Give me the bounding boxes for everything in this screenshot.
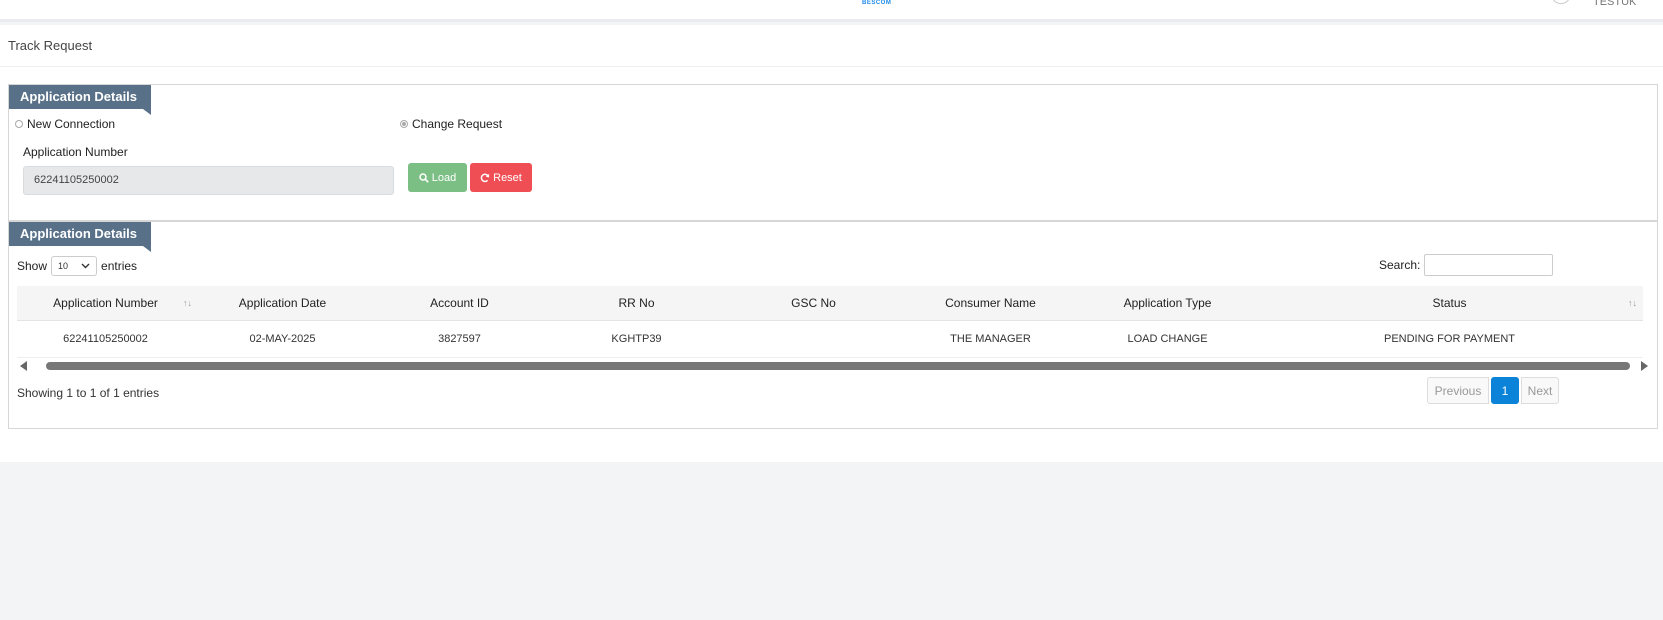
scroll-left-icon[interactable] <box>20 361 27 371</box>
radio-label: New Connection <box>27 117 116 131</box>
previous-page-button[interactable]: Previous <box>1427 377 1489 404</box>
sort-icon[interactable]: ↑↓ <box>1628 298 1637 308</box>
horizontal-scrollbar[interactable] <box>17 360 1651 372</box>
table-search: Search: <box>1379 254 1554 276</box>
brand-logo[interactable]: BESCOM <box>862 0 891 6</box>
radio-circle[interactable] <box>400 120 408 128</box>
reset-button-label: Reset <box>493 171 522 184</box>
sort-icon[interactable]: ↑↓ <box>183 298 192 308</box>
column-header-status[interactable]: Status ↑↓ <box>1256 286 1643 321</box>
page-title-bar: Track Request <box>0 25 1663 67</box>
search-icon <box>419 172 429 183</box>
show-label: Show <box>17 259 48 273</box>
application-number-input[interactable]: 62241105250002 <box>23 166 394 195</box>
panel-header: Application Details <box>9 85 151 115</box>
cell-rr-no: KGHTP39 <box>548 320 725 358</box>
application-results-panel: Application Details Show 10 entries Sear… <box>8 221 1658 429</box>
cell-application-number: 62241105250002 <box>17 320 194 358</box>
applications-table: Application Number ↑↓ Application Date Ac… <box>17 286 1643 358</box>
refresh-icon <box>480 173 490 183</box>
column-header-rr-no[interactable]: RR No <box>548 286 725 321</box>
panel-header: Application Details <box>9 222 151 252</box>
column-header-account-id[interactable]: Account ID <box>371 286 548 321</box>
load-button-label: Load <box>431 171 457 184</box>
next-page-button[interactable]: Next <box>1521 377 1559 404</box>
scroll-right-icon[interactable] <box>1641 361 1648 371</box>
page-size-value: 10 <box>58 261 69 271</box>
table-row[interactable]: 62241105250002 02-MAY-2025 3827597 KGHTP… <box>17 320 1643 358</box>
chevron-down-icon <box>81 261 90 271</box>
radio-new-connection[interactable]: New Connection <box>15 117 115 131</box>
pagination: Previous 1 Next <box>1427 377 1559 404</box>
radio-change-request[interactable]: Change Request <box>400 117 502 131</box>
search-label: Search: <box>1379 258 1421 272</box>
column-header-application-date[interactable]: Application Date <box>194 286 371 321</box>
user-name[interactable]: TESTUK <box>1593 0 1636 8</box>
column-header-gsc-no[interactable]: GSC No <box>725 286 902 321</box>
entries-label: entries <box>101 259 138 273</box>
column-header-consumer-name[interactable]: Consumer Name <box>902 286 1079 321</box>
page-size-select[interactable]: 10 <box>51 256 98 276</box>
radio-circle[interactable] <box>15 120 23 128</box>
scrollbar-thumb[interactable] <box>46 362 1630 370</box>
cell-account-id: 3827597 <box>371 320 548 358</box>
cell-consumer-name: THE MANAGER <box>902 320 1079 358</box>
user-avatar[interactable] <box>1551 0 1571 4</box>
show-entries: Show 10 entries <box>17 256 137 276</box>
load-button[interactable]: Load <box>408 163 467 192</box>
cell-gsc-no <box>725 320 902 358</box>
cell-status: PENDING FOR PAYMENT <box>1256 320 1643 358</box>
application-search-panel: Application Details New Connection Chang… <box>8 84 1658 221</box>
page-1-button[interactable]: 1 <box>1491 377 1519 404</box>
cell-application-date: 02-MAY-2025 <box>194 320 371 358</box>
reset-button[interactable]: Reset <box>470 163 532 192</box>
top-navbar: BESCOM TESTUK <box>0 0 1663 22</box>
cell-application-type: LOAD CHANGE <box>1079 320 1256 358</box>
table-header-row: Application Number ↑↓ Application Date Ac… <box>17 286 1643 321</box>
column-header-application-type[interactable]: Application Type <box>1079 286 1256 321</box>
search-input[interactable] <box>1424 254 1554 276</box>
radio-label: Change Request <box>412 117 503 131</box>
column-header-application-number[interactable]: Application Number ↑↓ <box>17 286 194 321</box>
application-number-label: Application Number <box>23 145 128 159</box>
page-content: Track Request Application Details New Co… <box>0 25 1663 462</box>
table-info: Showing 1 to 1 of 1 entries <box>17 386 160 400</box>
page-title: Track Request <box>8 38 93 53</box>
